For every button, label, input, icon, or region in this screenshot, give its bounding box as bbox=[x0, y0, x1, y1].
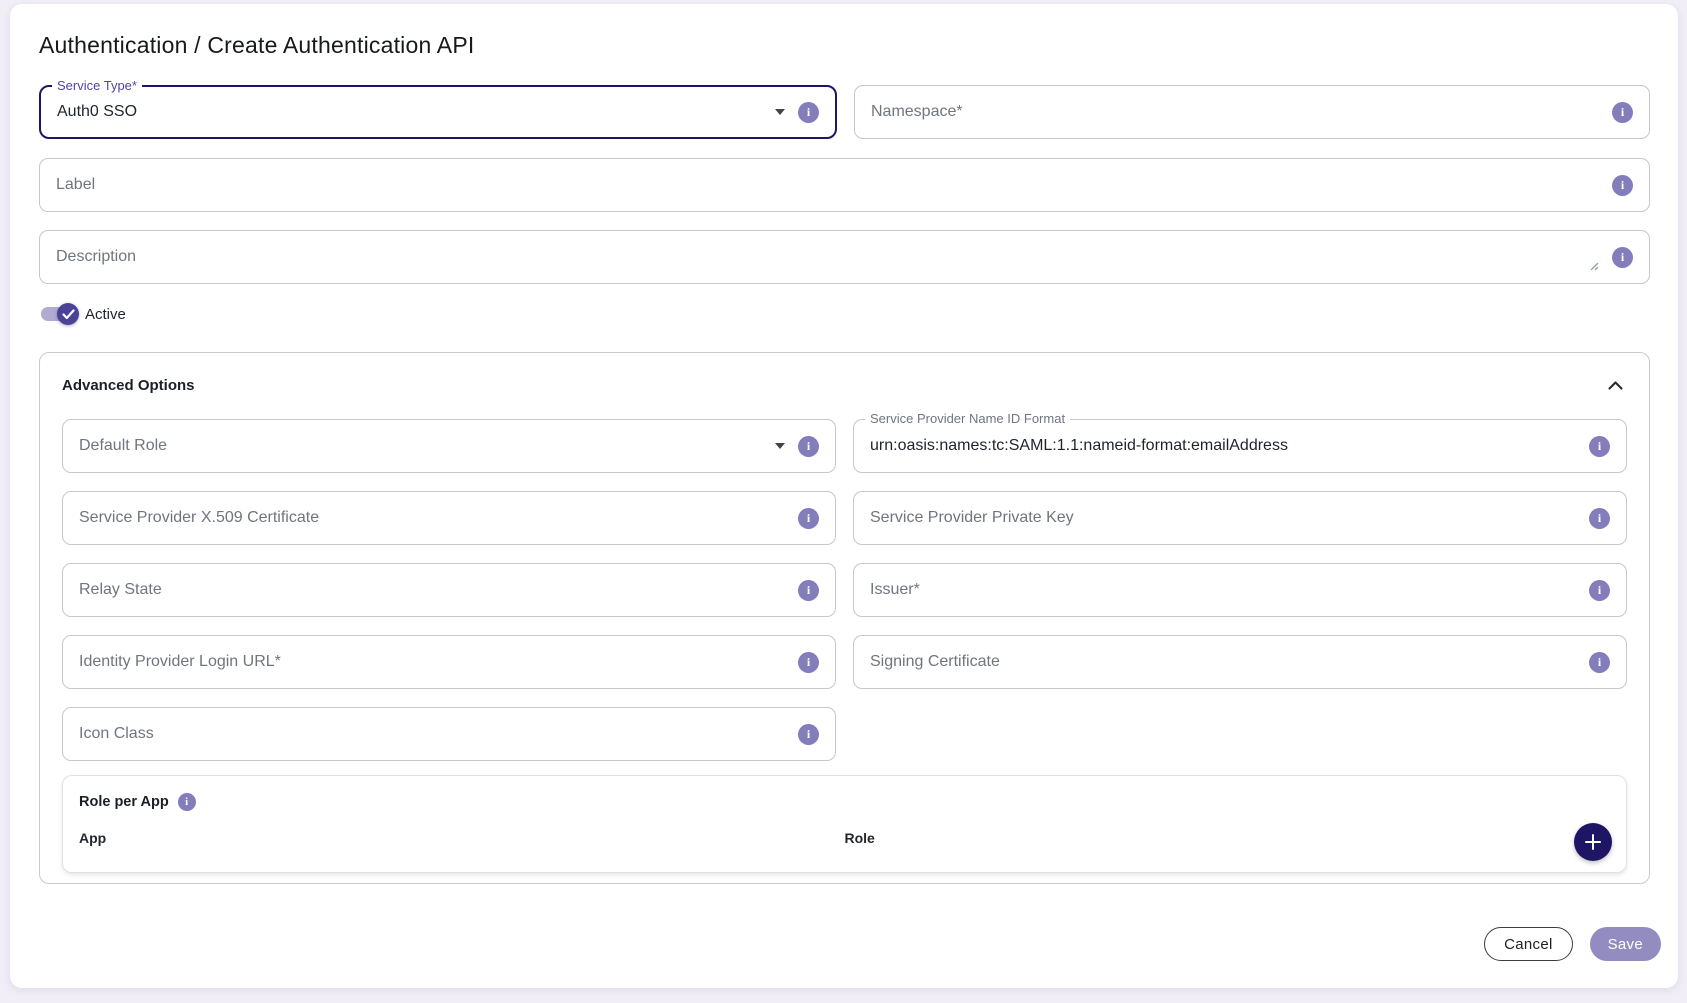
icon-class-field[interactable]: i bbox=[62, 707, 836, 761]
sp-x509-certificate-field[interactable]: i bbox=[62, 491, 836, 545]
plus-icon bbox=[1584, 833, 1602, 851]
info-icon[interactable]: i bbox=[798, 580, 819, 601]
chevron-up-icon bbox=[1608, 381, 1623, 390]
info-icon[interactable]: i bbox=[1589, 436, 1610, 457]
cancel-button[interactable]: Cancel bbox=[1484, 927, 1573, 961]
issuer-field[interactable]: i bbox=[853, 563, 1627, 617]
grid-spacer bbox=[853, 707, 1627, 761]
info-icon[interactable]: i bbox=[178, 793, 196, 811]
description-input[interactable] bbox=[56, 247, 1577, 267]
sp-private-key-field[interactable]: i bbox=[853, 491, 1627, 545]
service-type-label: Service Type* bbox=[52, 78, 142, 94]
save-button[interactable]: Save bbox=[1590, 927, 1661, 961]
info-icon[interactable]: i bbox=[798, 102, 819, 123]
namespace-input[interactable] bbox=[871, 102, 1602, 122]
sp-x509-certificate-input[interactable] bbox=[79, 508, 788, 528]
relay-state-input[interactable] bbox=[79, 580, 788, 600]
namespace-field[interactable]: i bbox=[854, 85, 1650, 139]
resize-handle-icon[interactable] bbox=[1587, 259, 1599, 271]
check-icon bbox=[62, 309, 75, 320]
label-input[interactable] bbox=[56, 175, 1602, 195]
collapse-button[interactable] bbox=[1603, 373, 1627, 397]
info-icon[interactable]: i bbox=[798, 508, 819, 529]
info-icon[interactable]: i bbox=[798, 436, 819, 457]
name-id-format-label: Service Provider Name ID Format bbox=[865, 411, 1070, 427]
active-toggle-row: Active bbox=[39, 301, 1650, 327]
icon-class-input[interactable] bbox=[79, 724, 788, 744]
info-icon[interactable]: i bbox=[1589, 652, 1610, 673]
role-per-app-title: Role per App bbox=[79, 794, 169, 810]
footer-actions: Cancel Save bbox=[1484, 927, 1661, 961]
issuer-input[interactable] bbox=[870, 580, 1579, 600]
signing-certificate-input[interactable] bbox=[870, 652, 1579, 672]
info-icon[interactable]: i bbox=[1612, 247, 1633, 268]
sp-private-key-input[interactable] bbox=[870, 508, 1579, 528]
page-title: Authentication / Create Authentication A… bbox=[28, 32, 1660, 59]
column-header-role: Role bbox=[845, 830, 1611, 850]
add-role-mapping-button[interactable] bbox=[1574, 823, 1612, 861]
info-icon[interactable]: i bbox=[1612, 102, 1633, 123]
idp-login-url-input[interactable] bbox=[79, 652, 788, 672]
name-id-format-field[interactable]: Service Provider Name ID Format i bbox=[853, 419, 1627, 473]
service-type-value: Auth0 SSO bbox=[57, 103, 137, 121]
relay-state-field[interactable]: i bbox=[62, 563, 836, 617]
default-role-select[interactable]: i bbox=[62, 419, 836, 473]
toggle-thumb bbox=[57, 303, 79, 325]
role-per-app-panel: Role per App i App Role bbox=[62, 775, 1627, 873]
active-toggle-label: Active bbox=[85, 306, 126, 323]
info-icon[interactable]: i bbox=[1589, 508, 1610, 529]
active-toggle[interactable] bbox=[41, 307, 75, 321]
info-icon[interactable]: i bbox=[798, 652, 819, 673]
column-header-app: App bbox=[79, 830, 845, 850]
form-card: Authentication / Create Authentication A… bbox=[10, 4, 1678, 988]
name-id-format-input[interactable] bbox=[870, 436, 1579, 456]
description-field[interactable]: i bbox=[39, 230, 1650, 284]
chevron-down-icon bbox=[775, 109, 785, 115]
signing-certificate-field[interactable]: i bbox=[853, 635, 1627, 689]
idp-login-url-field[interactable]: i bbox=[62, 635, 836, 689]
label-field[interactable]: i bbox=[39, 158, 1650, 212]
info-icon[interactable]: i bbox=[1589, 580, 1610, 601]
chevron-down-icon bbox=[775, 443, 785, 449]
info-icon[interactable]: i bbox=[798, 724, 819, 745]
info-icon[interactable]: i bbox=[1612, 175, 1633, 196]
default-role-input[interactable] bbox=[79, 436, 765, 456]
advanced-options-panel: Advanced Options i Service P bbox=[39, 352, 1650, 884]
advanced-options-title: Advanced Options bbox=[62, 377, 195, 394]
service-type-select[interactable]: Service Type* Auth0 SSO i bbox=[39, 85, 837, 139]
